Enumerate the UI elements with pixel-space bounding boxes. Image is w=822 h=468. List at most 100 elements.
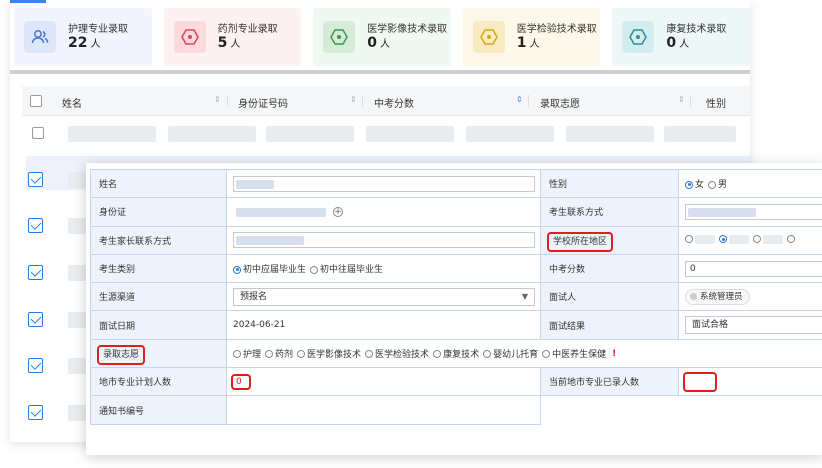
channel-label: 生源渠道	[90, 282, 227, 312]
radio-icon[interactable]	[483, 350, 492, 359]
row-checkbox[interactable]	[28, 358, 43, 373]
table-row	[366, 126, 454, 142]
preference-option-imaging[interactable]: 医学影像技术	[297, 347, 361, 360]
radio-icon[interactable]	[685, 180, 693, 189]
preference-label: 录取志愿	[96, 344, 146, 365]
row-checkbox[interactable]	[28, 312, 43, 327]
chevron-down-icon: ▼	[521, 291, 528, 301]
preference-option-tcm[interactable]: 中医养生保健	[542, 347, 606, 360]
row-checkbox[interactable]	[32, 127, 44, 139]
column-header-name[interactable]: 姓名	[62, 95, 82, 110]
preference-option-childcare[interactable]: 婴幼儿托育	[483, 347, 538, 360]
radio-icon[interactable]	[542, 350, 551, 359]
category-cell: 初中应届毕业生 初中往届毕业生	[226, 253, 541, 284]
name-input[interactable]	[233, 175, 535, 192]
region-option[interactable]	[753, 234, 783, 245]
column-header-score[interactable]: 中考分数	[374, 95, 414, 110]
parent-contact-input[interactable]	[233, 232, 535, 249]
preference-option-nursing[interactable]: 护理	[233, 347, 261, 360]
sort-icon[interactable]: ⇕	[678, 95, 685, 104]
notice-cell[interactable]	[226, 395, 541, 425]
gender-option-male[interactable]: 男	[708, 177, 727, 190]
radio-icon[interactable]	[787, 235, 795, 244]
radio-icon[interactable]	[233, 265, 241, 274]
idcard-label: 身份证	[90, 197, 227, 227]
radio-icon[interactable]	[753, 235, 761, 244]
row-checkbox[interactable]	[28, 265, 43, 280]
preference-option-lab[interactable]: 医学检验技术	[365, 347, 429, 360]
interview-date-value[interactable]: 2024-06-21	[226, 310, 541, 340]
radio-icon[interactable]	[297, 350, 306, 359]
stat-card-pharmacy: 药剂专业录取 5人	[163, 8, 302, 66]
sort-icon[interactable]: ⇕	[350, 95, 357, 104]
avatar	[690, 292, 697, 300]
plan-count-value: 0	[231, 373, 251, 390]
radio-icon[interactable]	[719, 235, 727, 244]
category-label: 考生类别	[90, 253, 227, 284]
table-row	[566, 126, 654, 142]
hexagon-icon	[323, 21, 356, 53]
column-header-gender[interactable]: 性别	[706, 95, 726, 110]
table-row	[664, 126, 736, 142]
hexagon-icon	[622, 21, 655, 53]
admitted-count-cell	[678, 367, 822, 397]
table-row	[466, 126, 554, 142]
column-divider	[362, 95, 363, 107]
name-label: 姓名	[90, 168, 227, 199]
table-row	[168, 126, 256, 142]
region-option[interactable]	[719, 234, 749, 245]
plus-circle-icon[interactable]: +	[333, 206, 343, 217]
category-option-previous[interactable]: 初中往届毕业生	[310, 262, 383, 275]
row-checkbox[interactable]	[28, 218, 43, 233]
preference-cell: 护理 药剂 医学影像技术 医学检验技术 康复技术 婴幼儿托育 中医养生保健!	[226, 338, 822, 369]
stat-card-nursing: 护理专业录取 22 人	[14, 8, 152, 66]
channel-cell: 预报名 ▼	[226, 282, 541, 312]
gender-cell: 女男	[678, 168, 822, 199]
student-detail-form: 姓名 性别 女男 身份证 + 考生联系方式 考生家长联系方式 学校所在地区 考生…	[86, 163, 822, 455]
preference-option-rehab[interactable]: 康复技术	[433, 347, 479, 360]
radio-icon[interactable]	[310, 265, 319, 274]
select-all-checkbox[interactable]	[30, 95, 42, 107]
sort-icon[interactable]: ⇕	[516, 95, 523, 104]
row-checkbox[interactable]	[28, 405, 43, 420]
radio-icon[interactable]	[265, 350, 274, 359]
notice-label: 通知书编号	[90, 395, 227, 425]
radio-icon[interactable]	[685, 235, 693, 244]
preference-option-pharmacy[interactable]: 药剂	[265, 347, 293, 360]
score-input[interactable]: 0	[685, 260, 822, 277]
interview-result-select[interactable]: 面试合格	[685, 316, 822, 335]
radio-icon[interactable]	[433, 350, 442, 359]
channel-select[interactable]: 预报名 ▼	[233, 287, 535, 306]
stat-label: 医学检验技术录取	[516, 24, 597, 35]
table-header: 姓名 ⇕ 身份证号码 ⇕ 中考分数 ⇕ 录取志愿 ⇕ 性别	[22, 86, 750, 116]
contact-input[interactable]	[685, 203, 822, 220]
stat-card-imaging: 医学影像技术录取 0人	[313, 8, 451, 66]
radio-icon[interactable]	[365, 350, 374, 359]
radio-icon[interactable]	[233, 350, 241, 359]
idcard-input[interactable]	[233, 203, 327, 220]
sort-icon[interactable]: ⇕	[214, 95, 221, 104]
divider	[10, 70, 750, 74]
row-checkbox[interactable]	[28, 172, 43, 187]
parent-contact-cell	[226, 225, 541, 255]
score-cell: 0	[678, 253, 822, 284]
interviewer-tag[interactable]: 系统管理员	[685, 288, 750, 305]
interview-result-cell: 面试合格	[678, 310, 822, 340]
school-region-cell	[678, 225, 822, 255]
category-option-current[interactable]: 初中应届毕业生	[233, 262, 306, 275]
hexagon-icon	[472, 21, 505, 53]
region-option[interactable]	[685, 234, 715, 245]
radio-icon[interactable]	[708, 180, 717, 189]
column-header-idcard[interactable]: 身份证号码	[238, 95, 288, 110]
column-divider	[528, 95, 529, 107]
gender-option-female[interactable]: 女	[685, 177, 704, 190]
interview-result-label: 面试结果	[540, 310, 679, 340]
region-option[interactable]	[787, 235, 797, 245]
school-region-label-cell: 学校所在地区	[540, 225, 679, 255]
admitted-count-value	[683, 371, 717, 392]
column-divider	[227, 95, 228, 107]
plan-count-cell: 0	[226, 367, 541, 397]
column-header-preference[interactable]: 录取志愿	[540, 95, 580, 110]
stats-bar: 护理专业录取 22 人 药剂专业录取 5人 医学影像技术录取 0人 医学检验技术录…	[10, 8, 750, 66]
table-row	[68, 126, 156, 142]
